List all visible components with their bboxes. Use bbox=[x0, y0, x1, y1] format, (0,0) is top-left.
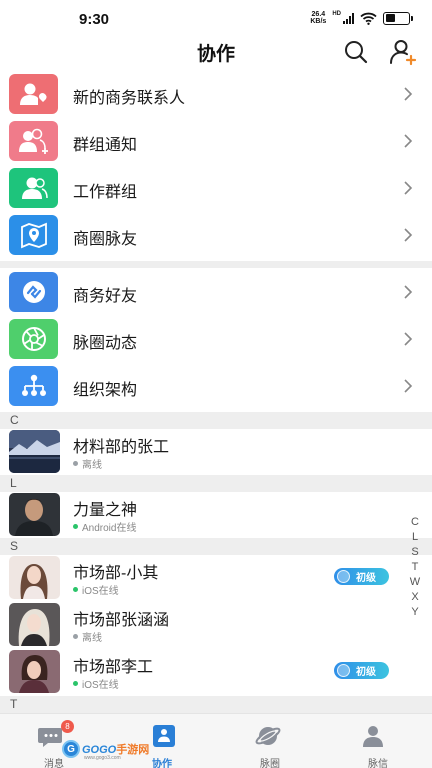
menu-item-work-group[interactable]: 工作群组 bbox=[0, 165, 432, 212]
collaboration-icon bbox=[153, 725, 175, 747]
org-chart-icon bbox=[9, 366, 58, 406]
search-icon[interactable] bbox=[343, 39, 369, 65]
contact-status: 离线 bbox=[73, 629, 102, 644]
menu-item-label: 商务好友 bbox=[73, 288, 138, 305]
menu-item-business-circle[interactable]: 商圈脉友 bbox=[0, 212, 432, 259]
watermark-url: www.gogo3.com bbox=[84, 755, 121, 761]
group-notice-icon bbox=[9, 121, 58, 161]
chevron-right-icon bbox=[404, 332, 413, 346]
work-group-icon bbox=[9, 168, 58, 208]
menu-item-new-business-contact[interactable]: 新的商务联系人 bbox=[0, 71, 432, 118]
nav-bar: 协作 bbox=[0, 36, 432, 66]
contact-name: 力量之神 bbox=[73, 502, 138, 519]
tab-label: 脉信 bbox=[368, 759, 388, 768]
contact-row[interactable]: 市场部张涵涵 离线 bbox=[0, 601, 432, 648]
index-letter[interactable]: W bbox=[410, 575, 420, 590]
section-header-c: C bbox=[0, 412, 432, 429]
contact-row[interactable]: 市场部李工 iOS在线 初级 bbox=[0, 648, 432, 695]
contact-row[interactable]: 力量之神 Android在线 bbox=[0, 491, 432, 538]
contact-status: Android在线 bbox=[73, 519, 136, 534]
contact-status: 离线 bbox=[73, 456, 102, 471]
aperture-icon bbox=[9, 319, 58, 359]
level-icon bbox=[337, 570, 350, 583]
contact-card-icon bbox=[363, 726, 383, 747]
watermark-mark: G bbox=[62, 740, 80, 758]
index-letter[interactable]: Y bbox=[411, 605, 418, 620]
menu-item-label: 新的商务联系人 bbox=[73, 90, 186, 107]
section-header-t: T bbox=[0, 696, 432, 713]
hd-indicator: HD bbox=[332, 11, 341, 17]
menu-item-label: 商圈脉友 bbox=[73, 231, 138, 248]
contact-name: 市场部李工 bbox=[73, 659, 154, 676]
wifi-icon bbox=[360, 12, 377, 25]
tab-circle[interactable]: 脉圈 bbox=[216, 714, 324, 768]
index-letter[interactable]: S bbox=[411, 545, 418, 560]
status-dot bbox=[73, 587, 78, 592]
menu-item-group-notice[interactable]: 群组通知 bbox=[0, 118, 432, 165]
index-letter[interactable]: C bbox=[411, 515, 419, 530]
menu-item-org-structure[interactable]: 组织架构 bbox=[0, 363, 432, 410]
tab-contacts[interactable]: 脉信 bbox=[324, 714, 432, 768]
alphabet-index[interactable]: C L S T W X Y bbox=[407, 515, 423, 620]
location-map-icon bbox=[9, 215, 58, 255]
menu-item-label: 脉圈动态 bbox=[73, 335, 138, 352]
chevron-right-icon bbox=[404, 134, 413, 148]
level-icon bbox=[337, 664, 350, 677]
menu-item-circle-moments[interactable]: 脉圈动态 bbox=[0, 316, 432, 363]
avatar bbox=[9, 556, 60, 599]
index-letter[interactable]: T bbox=[412, 560, 419, 575]
chevron-right-icon bbox=[404, 87, 413, 101]
unread-badge: 8 bbox=[61, 720, 74, 733]
avatar bbox=[9, 603, 60, 646]
status-dot bbox=[73, 461, 78, 466]
group-divider bbox=[0, 261, 432, 268]
menu-item-business-friends[interactable]: 商务好友 bbox=[0, 269, 432, 316]
contact-name: 市场部张涵涵 bbox=[73, 612, 170, 629]
avatar bbox=[9, 493, 60, 536]
planet-icon bbox=[255, 727, 281, 745]
level-badge: 初级 bbox=[334, 662, 389, 679]
new-contact-icon bbox=[9, 74, 58, 114]
status-dot bbox=[73, 634, 78, 639]
network-speed: 26.4 KB/s bbox=[310, 11, 327, 25]
menu-item-label: 群组通知 bbox=[73, 137, 138, 154]
level-badge: 初级 bbox=[334, 568, 389, 585]
chevron-right-icon bbox=[404, 379, 413, 393]
menu-item-label: 工作群组 bbox=[73, 184, 138, 201]
contact-status: iOS在线 bbox=[73, 676, 119, 691]
chevron-right-icon bbox=[404, 285, 413, 299]
contact-row[interactable]: 市场部-小其 iOS在线 初级 bbox=[0, 554, 432, 601]
index-letter[interactable]: X bbox=[411, 590, 418, 605]
section-header-s: S bbox=[0, 538, 432, 555]
status-time: 9:30 bbox=[79, 11, 110, 28]
battery-icon bbox=[383, 11, 413, 25]
status-dot bbox=[73, 524, 78, 529]
chevron-right-icon bbox=[404, 228, 413, 242]
avatar bbox=[9, 650, 60, 693]
contact-name: 市场部-小其 bbox=[73, 565, 159, 582]
contact-name: 材料部的张工 bbox=[73, 439, 170, 456]
tab-label: 脉圈 bbox=[260, 759, 280, 768]
index-letter[interactable]: L bbox=[412, 530, 418, 545]
status-bar: 9:30 26.4 KB/s HD bbox=[0, 0, 432, 36]
contact-status: iOS在线 bbox=[73, 582, 119, 597]
contact-row[interactable]: 材料部的张工 离线 bbox=[0, 428, 432, 475]
status-indicators: 26.4 KB/s HD bbox=[310, 11, 413, 25]
menu-item-label: 组织架构 bbox=[73, 382, 138, 399]
status-dot bbox=[73, 681, 78, 686]
signal-icon bbox=[343, 12, 354, 24]
handshake-icon bbox=[9, 272, 58, 312]
add-user-icon[interactable] bbox=[389, 38, 417, 66]
avatar bbox=[9, 430, 60, 473]
chevron-right-icon bbox=[404, 181, 413, 195]
section-header-l: L bbox=[0, 475, 432, 492]
